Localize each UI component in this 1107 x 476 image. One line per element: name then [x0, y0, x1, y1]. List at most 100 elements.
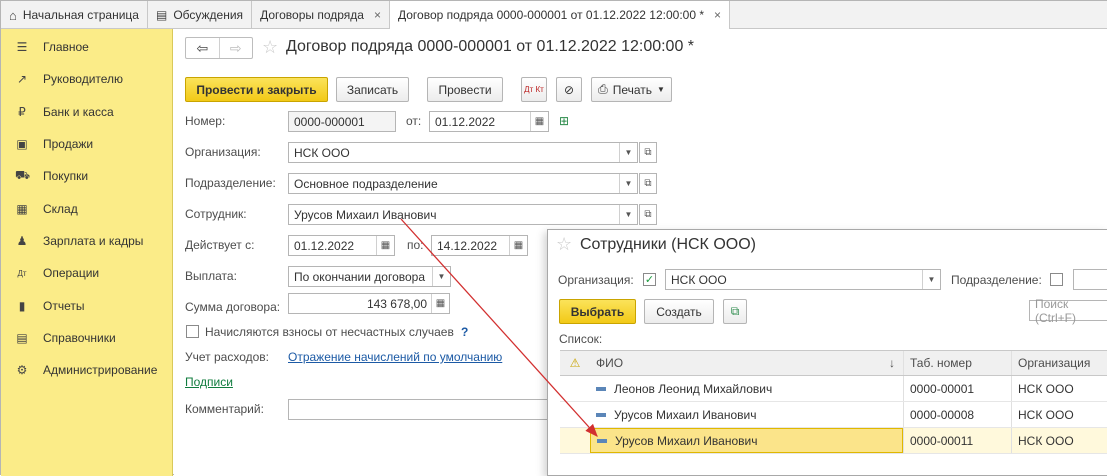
popup-dept-checkbox[interactable]: [1050, 273, 1063, 286]
help-icon[interactable]: ?: [461, 325, 468, 339]
sidebar-item-main[interactable]: ☰ Главное: [1, 31, 172, 63]
department-label: Подразделение:: [185, 176, 276, 190]
employee-field[interactable]: Урусов Михаил Иванович ▼: [288, 204, 638, 225]
organization-field[interactable]: НСК ООО ▼: [288, 142, 638, 163]
calendar-icon[interactable]: ▦: [376, 236, 394, 255]
chevron-down-icon[interactable]: ▼: [619, 143, 637, 162]
sidebar-item-label: Покупки: [43, 169, 89, 184]
table-row[interactable]: Урусов Михаил Иванович 0000-00008 НСК ОО…: [560, 402, 1107, 428]
post-button[interactable]: Провести: [427, 77, 503, 102]
row-tab: 0000-00001: [903, 376, 1011, 401]
save-button[interactable]: Записать: [336, 77, 409, 102]
search-input[interactable]: Поиск (Ctrl+F): [1029, 297, 1107, 325]
department-field[interactable]: Основное подразделение ▼: [288, 173, 638, 194]
department-value: Основное подразделение: [294, 176, 438, 191]
favorite-star-icon[interactable]: ☆: [556, 234, 572, 255]
calculator-icon[interactable]: ▦: [431, 294, 449, 313]
valid-from-field[interactable]: 01.12.2022 ▦: [288, 235, 395, 256]
column-header-name[interactable]: ФИО ↓: [590, 351, 903, 375]
tab-contract-document-label: Договор подряда 0000-000001 от 01.12.202…: [397, 8, 705, 22]
signatures-link[interactable]: Подписи: [185, 375, 233, 389]
date-value: 01.12.2022: [435, 114, 496, 129]
cart-icon: ⛟: [15, 168, 31, 183]
calendar-icon[interactable]: ▦: [530, 112, 548, 131]
tab-home[interactable]: ⌂ Начальная страница: [1, 1, 148, 29]
sidebar-item-bank[interactable]: ₽ Банк и касса: [1, 96, 172, 128]
column-header-org[interactable]: Организация: [1011, 351, 1107, 375]
close-icon[interactable]: ×: [714, 8, 721, 22]
number-field[interactable]: 0000-000001: [288, 111, 396, 132]
sidebar-item-purchases[interactable]: ⛟ Покупки: [1, 160, 172, 192]
number-settings-icon[interactable]: ⊞: [559, 114, 569, 128]
menu-icon: ☰: [16, 40, 28, 55]
open-employee-icon[interactable]: ⧉: [639, 204, 657, 225]
sidebar-item-warehouse[interactable]: ▦ Склад: [1, 192, 172, 224]
sum-field[interactable]: 143 678,00 ▦: [288, 293, 450, 314]
print-button[interactable]: ⎙ Печать ▼: [591, 77, 672, 102]
table-header: ⚠ ФИО ↓ Таб. номер Организация: [560, 350, 1107, 376]
employees-table: ⚠ ФИО ↓ Таб. номер Организация Леонов Ле…: [560, 350, 1107, 454]
dt-kt-icon: Дт: [17, 268, 27, 278]
payment-select[interactable]: По окончании договора ▼: [288, 266, 451, 287]
dt-kt-button[interactable]: Дт Кт: [521, 77, 547, 102]
tab-contract-document[interactable]: Договор подряда 0000-000001 от 01.12.202…: [389, 1, 731, 30]
sidebar-item-label: Склад: [43, 201, 78, 216]
sidebar-item-admin[interactable]: ⚙ Администрирование: [1, 354, 172, 386]
column-header-name-label: ФИО: [596, 356, 624, 370]
open-organization-icon[interactable]: ⧉: [639, 142, 657, 163]
expense-link[interactable]: Отражение начислений по умолчанию: [288, 350, 502, 364]
sidebar-item-label: Администрирование: [43, 363, 158, 378]
post-and-close-button[interactable]: Провести и закрыть: [185, 77, 328, 102]
accident-checkbox[interactable]: [186, 325, 199, 338]
gear-icon: ⚙: [16, 363, 28, 378]
table-row-selected[interactable]: Урусов Михаил Иванович 0000-00011 НСК ОО…: [560, 428, 1107, 454]
chevron-down-icon[interactable]: ▼: [619, 205, 637, 224]
attach-button[interactable]: ⊘: [556, 77, 582, 102]
popup-org-checkbox[interactable]: ✓: [643, 273, 656, 286]
chevron-down-icon: ▼: [657, 85, 665, 94]
sidebar-item-sales[interactable]: ▣ Продажи: [1, 128, 172, 160]
list-label: Список:: [559, 332, 603, 346]
sum-label: Сумма договора:: [185, 300, 281, 314]
sidebar-item-reports[interactable]: ▮ Отчеты: [1, 289, 172, 321]
close-icon[interactable]: ×: [374, 8, 381, 22]
create-button[interactable]: Создать: [644, 299, 714, 324]
tab-contracts-list[interactable]: Договоры подряда ×: [252, 1, 390, 29]
date-field[interactable]: 01.12.2022 ▦: [429, 111, 549, 132]
valid-to-field[interactable]: 14.12.2022 ▦: [431, 235, 528, 256]
column-header-tab[interactable]: Таб. номер: [903, 351, 1011, 375]
sidebar-item-operations[interactable]: Дт Операции: [1, 257, 172, 289]
sidebar: ☰ Главное ↗ Руководителю ₽ Банк и касса ▣ Пр…: [1, 29, 173, 476]
sidebar-item-label: Продажи: [43, 137, 94, 152]
comment-label: Комментарий:: [185, 402, 264, 416]
chat-icon: ▤: [155, 8, 168, 22]
select-button[interactable]: Выбрать: [559, 299, 636, 324]
print-label: Печать: [612, 82, 652, 97]
chevron-down-icon[interactable]: ▼: [432, 267, 450, 286]
book-icon: ▤: [16, 330, 28, 345]
tab-discussions[interactable]: ▤ Обсуждения: [148, 1, 253, 29]
chevron-down-icon[interactable]: ▼: [619, 174, 637, 193]
sidebar-item-references[interactable]: ▤ Справочники: [1, 322, 172, 354]
row-tab: 0000-00008: [903, 402, 1011, 427]
employee-icon: [596, 386, 606, 391]
sidebar-item-salary[interactable]: ♟ Зарплата и кадры: [1, 225, 172, 257]
copy-icon[interactable]: ⧉: [723, 299, 747, 324]
chevron-down-icon[interactable]: ▼: [922, 270, 940, 289]
sidebar-item-label: Операции: [43, 266, 100, 281]
tab-home-label: Начальная страница: [22, 8, 139, 22]
popup-org-field[interactable]: НСК ООО ▼: [665, 269, 941, 290]
table-row[interactable]: Леонов Леонид Михайлович 0000-00001 НСК …: [560, 376, 1107, 402]
comment-field[interactable]: [288, 399, 558, 420]
back-arrow-icon[interactable]: ⇦: [186, 38, 219, 58]
favorite-star-icon[interactable]: ☆: [262, 37, 278, 58]
open-department-icon[interactable]: ⧉: [639, 173, 657, 194]
calendar-icon[interactable]: ▦: [509, 236, 527, 255]
popup-dept-field[interactable]: [1073, 269, 1107, 290]
row-org: НСК ООО: [1011, 428, 1107, 453]
forward-arrow-icon[interactable]: ⇨: [218, 38, 253, 58]
number-label: Номер:: [185, 114, 226, 128]
sidebar-item-manager[interactable]: ↗ Руководителю: [1, 63, 172, 95]
page-title: Договор подряда 0000-000001 от 01.12.202…: [286, 38, 695, 55]
sort-desc-icon: ↓: [889, 356, 895, 370]
